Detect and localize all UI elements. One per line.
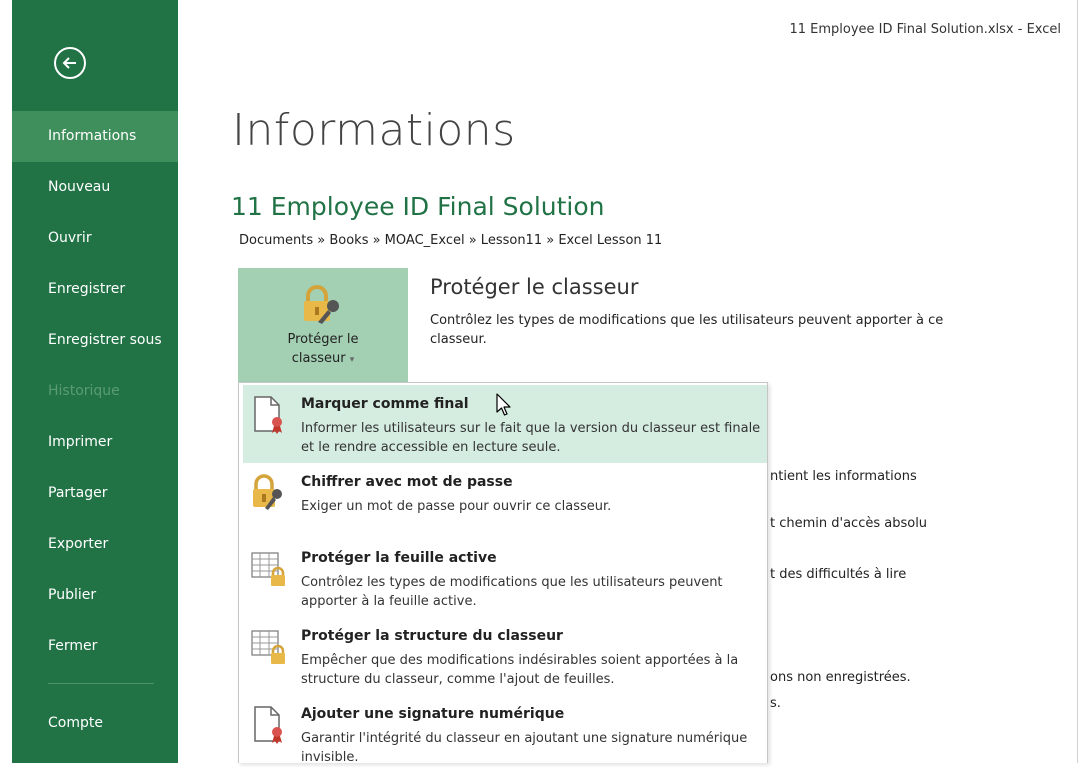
lock-key-icon [253, 474, 282, 510]
protect-heading: Protéger le classeur [430, 275, 639, 299]
menu-item-protect-structure[interactable]: Protéger la structure du classeur Empêch… [243, 617, 767, 697]
sidebar-item-nouveau[interactable]: Nouveau [12, 162, 178, 213]
protect-workbook-menu: Marquer comme final Informer les utilisa… [238, 382, 768, 765]
menu-item-description: Contrôlez les types de modifications que… [301, 575, 723, 609]
sidebar-item-compte[interactable]: Compte [12, 698, 178, 749]
back-button[interactable] [54, 47, 86, 79]
backstage-sidebar: Informations Nouveau Ouvrir Enregistrer … [0, 0, 178, 763]
sidebar-nav: Informations Nouveau Ouvrir Enregistrer … [12, 111, 178, 672]
menu-item-digital-signature[interactable]: Ajouter une signature numérique Garantir… [243, 695, 767, 765]
sheet-lock-icon [251, 552, 285, 586]
window-title: 11 Employee ID Final Solution.xlsx - Exc… [789, 22, 1061, 37]
menu-item-description: Garantir l'intégrité du classeur en ajou… [301, 731, 748, 765]
protect-workbook-button[interactable]: Protéger le classeur ▾ [238, 268, 408, 383]
sidebar-item-publier[interactable]: Publier [12, 570, 178, 621]
protect-tile-line1: Protéger le [287, 332, 359, 347]
menu-item-title: Protéger la structure du classeur [301, 628, 563, 644]
background-text: t chemin d'accès absolu [770, 516, 928, 531]
menu-item-encrypt-password[interactable]: Chiffrer avec mot de passe Exiger un mot… [243, 463, 767, 537]
sidebar-item-imprimer[interactable]: Imprimer [12, 417, 178, 468]
sidebar-item-enregistrer[interactable]: Enregistrer [12, 264, 178, 315]
sidebar-item-enregistrer-sous[interactable]: Enregistrer sous [12, 315, 178, 366]
document-ribbon-icon [254, 396, 282, 434]
menu-item-description: Exiger un mot de passe pour ouvrir ce cl… [301, 499, 612, 514]
app-window: Informations Nouveau Ouvrir Enregistrer … [0, 0, 1078, 765]
sidebar-item-fermer[interactable]: Fermer [12, 621, 178, 672]
sidebar-item-informations[interactable]: Informations [12, 111, 178, 162]
back-arrow-icon [62, 57, 76, 69]
file-title: 11 Employee ID Final Solution [231, 192, 605, 221]
background-text: t des difficultés à lire [770, 567, 907, 582]
mouse-cursor-icon [496, 393, 511, 416]
menu-item-description: Informer les utilisateurs sur le fait qu… [301, 421, 761, 455]
protect-tile-line2: classeur [291, 351, 346, 366]
menu-item-title: Marquer comme final [301, 396, 469, 412]
protect-description: Contrôlez les types de modifications que… [430, 313, 944, 347]
sidebar-bottom: Compte [12, 698, 178, 749]
sidebar-item-ouvrir[interactable]: Ouvrir [12, 213, 178, 264]
menu-item-title: Ajouter une signature numérique [301, 706, 565, 722]
document-ribbon-icon [254, 706, 282, 744]
background-text: s. [770, 696, 781, 711]
breadcrumb[interactable]: Documents » Books » MOAC_Excel » Lesson1… [239, 233, 662, 248]
sidebar-item-exporter[interactable]: Exporter [12, 519, 178, 570]
background-text: ons non enregistrées. [770, 670, 911, 685]
dropdown-caret-icon: ▾ [349, 355, 355, 365]
menu-item-title: Protéger la feuille active [301, 550, 497, 566]
sidebar-item-partager[interactable]: Partager [12, 468, 178, 519]
menu-item-protect-sheet[interactable]: Protéger la feuille active Contrôlez les… [243, 539, 767, 619]
menu-item-title: Chiffrer avec mot de passe [301, 474, 513, 490]
sidebar-divider [48, 683, 154, 684]
background-text: ntient les informations [770, 469, 917, 484]
lock-key-icon [304, 285, 339, 324]
menu-item-description: Empêcher que des modifications indésirab… [301, 653, 739, 687]
sidebar-item-historique: Historique [48, 383, 120, 399]
page-title: Informations [232, 105, 516, 156]
sheet-lock-icon [251, 630, 285, 664]
